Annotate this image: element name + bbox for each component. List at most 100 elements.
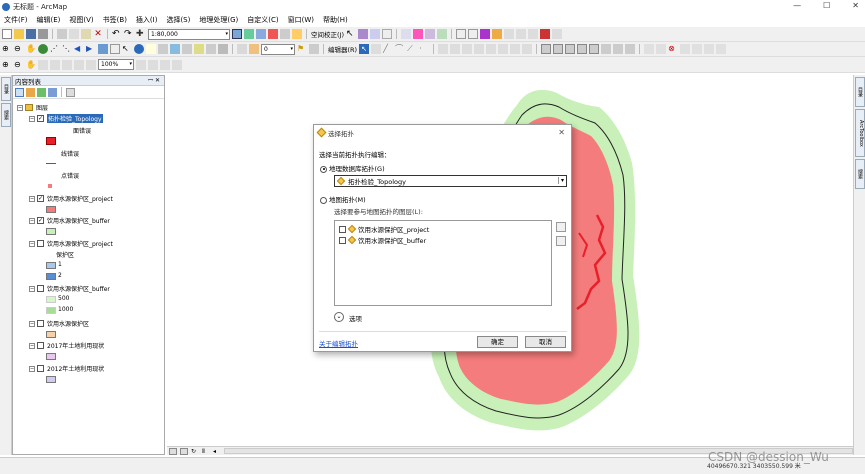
identify-icon[interactable] (134, 44, 144, 54)
minimize-button[interactable]: — (793, 1, 801, 10)
zoom-out-icon[interactable]: ⊖ (14, 44, 24, 54)
buffer-icon[interactable] (716, 44, 727, 54)
topology-select[interactable]: 拓扑检验_Topology ▾ (334, 175, 567, 187)
dialog-close-button[interactable]: ✕ (558, 128, 565, 137)
select-all-button[interactable] (556, 222, 566, 232)
sketch-props-icon[interactable] (510, 44, 521, 54)
snapping-icon[interactable] (401, 29, 411, 39)
left-tab-catalog[interactable]: 目录 (1, 77, 11, 101)
layer-buffer-2[interactable]: − 饮用水源保护区_buffer (29, 284, 110, 293)
time-slider-icon[interactable] (206, 44, 216, 54)
help-link[interactable]: 关于编辑拓扑 (319, 338, 358, 348)
list-by-drawing-order-icon[interactable] (15, 87, 24, 97)
paste-icon[interactable] (81, 29, 91, 39)
list-by-source-icon[interactable] (26, 87, 35, 97)
validate-topology-icon[interactable] (589, 44, 600, 54)
collapse-toggle[interactable]: − (29, 195, 35, 202)
option-map-topology[interactable]: 地图拓扑(M) (320, 194, 366, 204)
layer-protection-zone[interactable]: − 饮用水源保护区 (29, 319, 89, 328)
full-extent-icon[interactable] (38, 44, 48, 54)
maximize-button[interactable]: ☐ (823, 1, 830, 10)
catalog-icon[interactable] (256, 29, 266, 39)
pause-drawing-icon[interactable]: Ⅱ (202, 448, 210, 455)
arctoolbox-icon[interactable] (268, 29, 278, 39)
cut-polygons-icon[interactable] (462, 44, 473, 54)
data-view-icon[interactable] (169, 447, 177, 455)
list-item-checkbox[interactable] (339, 236, 346, 244)
tools-icon[interactable] (552, 29, 562, 39)
add-data-icon[interactable]: ✚ (136, 29, 146, 39)
cut-icon[interactable] (57, 29, 67, 39)
measure-tool-icon[interactable] (158, 44, 168, 54)
rotate-icon[interactable] (516, 29, 526, 39)
html-popup-icon[interactable] (146, 44, 156, 54)
zoom-100-icon[interactable] (50, 59, 60, 70)
layout-fixed-in-icon[interactable] (62, 59, 72, 70)
layer-topology[interactable]: − ✓ 拓扑检验_Topology (29, 114, 103, 123)
georef-combo[interactable]: 0 ▾ (261, 43, 295, 55)
collapse-toggle[interactable]: − (29, 115, 35, 122)
edit-tool-icon[interactable]: ↖ (359, 44, 370, 54)
collapse-toggle[interactable]: − (29, 320, 35, 327)
copy-icon[interactable] (69, 29, 79, 39)
edit-vertices-icon[interactable] (438, 44, 449, 54)
find-route-icon[interactable] (182, 44, 192, 54)
clear-selection-icon[interactable] (110, 44, 120, 54)
print-icon[interactable] (38, 29, 48, 39)
geodatabase-radio[interactable] (320, 165, 327, 173)
create-features-icon[interactable] (522, 44, 533, 54)
map-topology-radio[interactable] (320, 196, 327, 204)
layer-checkbox[interactable] (37, 320, 44, 327)
view-link-table-icon[interactable] (309, 44, 319, 54)
table-icon[interactable] (244, 29, 254, 39)
split-icon[interactable] (474, 44, 485, 54)
right-tab-arctoolbox[interactable]: ArcToolbox (855, 109, 865, 157)
identify-results-icon[interactable] (480, 29, 490, 39)
show-shared-icon[interactable] (625, 44, 636, 54)
scale-icon[interactable] (528, 29, 538, 39)
topology-modify-icon[interactable] (565, 44, 576, 54)
layer-project-1[interactable]: − ✓ 饮用水源保护区_project (29, 194, 113, 203)
menu-customize[interactable]: 自定义(C) (247, 15, 278, 25)
layer-checkbox[interactable] (37, 240, 44, 247)
construct-icon[interactable] (644, 44, 655, 54)
straight-segment-icon[interactable]: ╱ (383, 44, 393, 54)
topology-select-icon[interactable] (541, 44, 552, 54)
menu-help[interactable]: 帮助(H) (323, 15, 348, 25)
layout-view-icon[interactable] (180, 447, 188, 455)
spatial-adjust-label[interactable]: 空间校正(J) (311, 29, 344, 39)
list-item[interactable]: 饮用水源保护区_project (339, 224, 429, 234)
redo-icon[interactable]: ↷ (124, 29, 134, 39)
options-label[interactable]: 选项 (349, 313, 362, 323)
attributes-window-icon[interactable] (498, 44, 509, 54)
layer-list[interactable]: 饮用水源保护区_project 饮用水源保护区_buffer (334, 220, 552, 306)
layer-buffer-1[interactable]: − ✓ 饮用水源保护区_buffer (29, 216, 110, 225)
list-item[interactable]: 饮用水源保护区_buffer (339, 235, 426, 245)
measure-icon[interactable] (437, 29, 447, 39)
point-icon[interactable]: · (419, 44, 429, 54)
option-geodatabase-topology[interactable]: 地理数据库拓扑(G) (320, 163, 385, 173)
add-control-points-icon[interactable]: ⚑ (297, 44, 307, 54)
clear-all-button[interactable] (556, 236, 566, 246)
layout-zoom-in-icon[interactable]: ⊕ (2, 60, 12, 70)
layer-checkbox[interactable]: ✓ (37, 217, 44, 224)
undo-icon[interactable]: ↶ (112, 29, 122, 39)
topology-edit-icon[interactable] (553, 44, 564, 54)
new-displacement-icon[interactable] (358, 29, 368, 39)
delete-icon[interactable]: ✕ (93, 29, 103, 39)
layer-landuse-2017[interactable]: − 2017年土地利用现状 (29, 341, 104, 350)
layer-checkbox[interactable] (37, 342, 44, 349)
move-icon[interactable] (504, 29, 514, 39)
topology-error-icon[interactable]: ⊗ (668, 44, 678, 54)
data-driven-pages-icon[interactable] (172, 59, 182, 70)
link-table-icon[interactable] (370, 29, 380, 39)
union-icon[interactable] (692, 44, 703, 54)
zoom-in-icon[interactable]: ⊕ (2, 44, 12, 54)
layer-landuse-2012[interactable]: − 2012年土地利用现状 (29, 364, 104, 373)
collapse-toggle[interactable]: − (29, 342, 35, 349)
layout-zoom-combo[interactable]: 100% ▾ (98, 59, 134, 70)
right-tab-search[interactable]: 搜索 (855, 159, 865, 189)
fixed-zoom-in-icon[interactable]: ⋰ (50, 44, 60, 54)
merge-icon[interactable] (680, 44, 691, 54)
change-layout-icon[interactable] (160, 59, 170, 70)
